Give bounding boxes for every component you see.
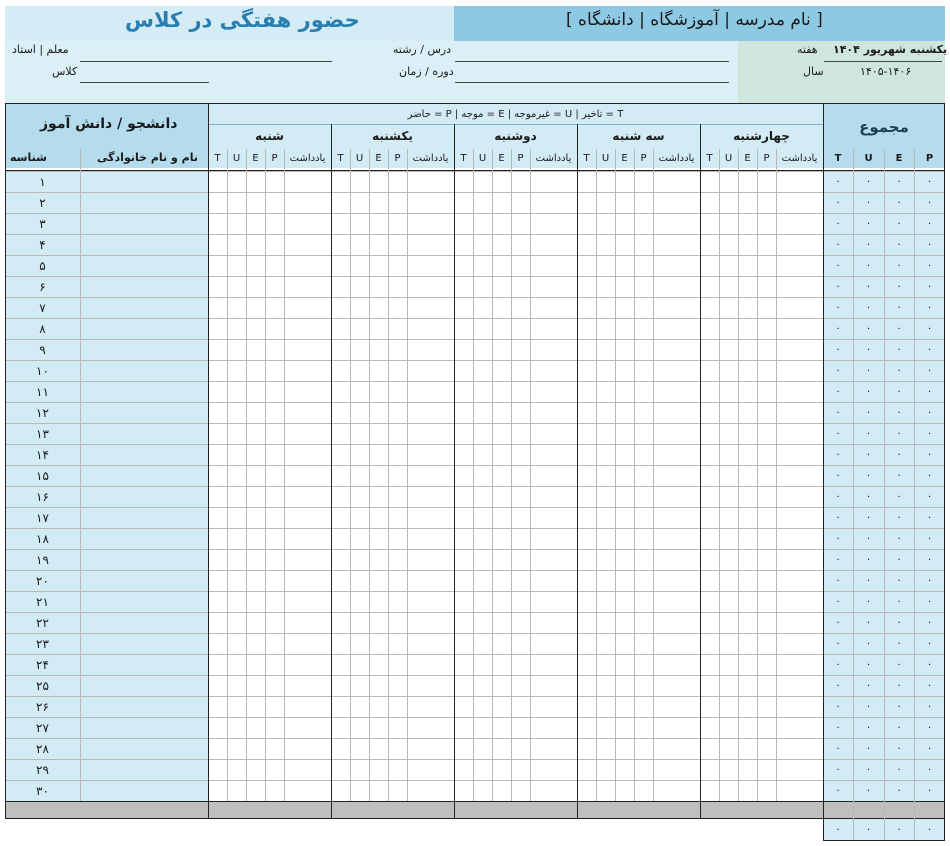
grid-lines — [5, 103, 945, 841]
